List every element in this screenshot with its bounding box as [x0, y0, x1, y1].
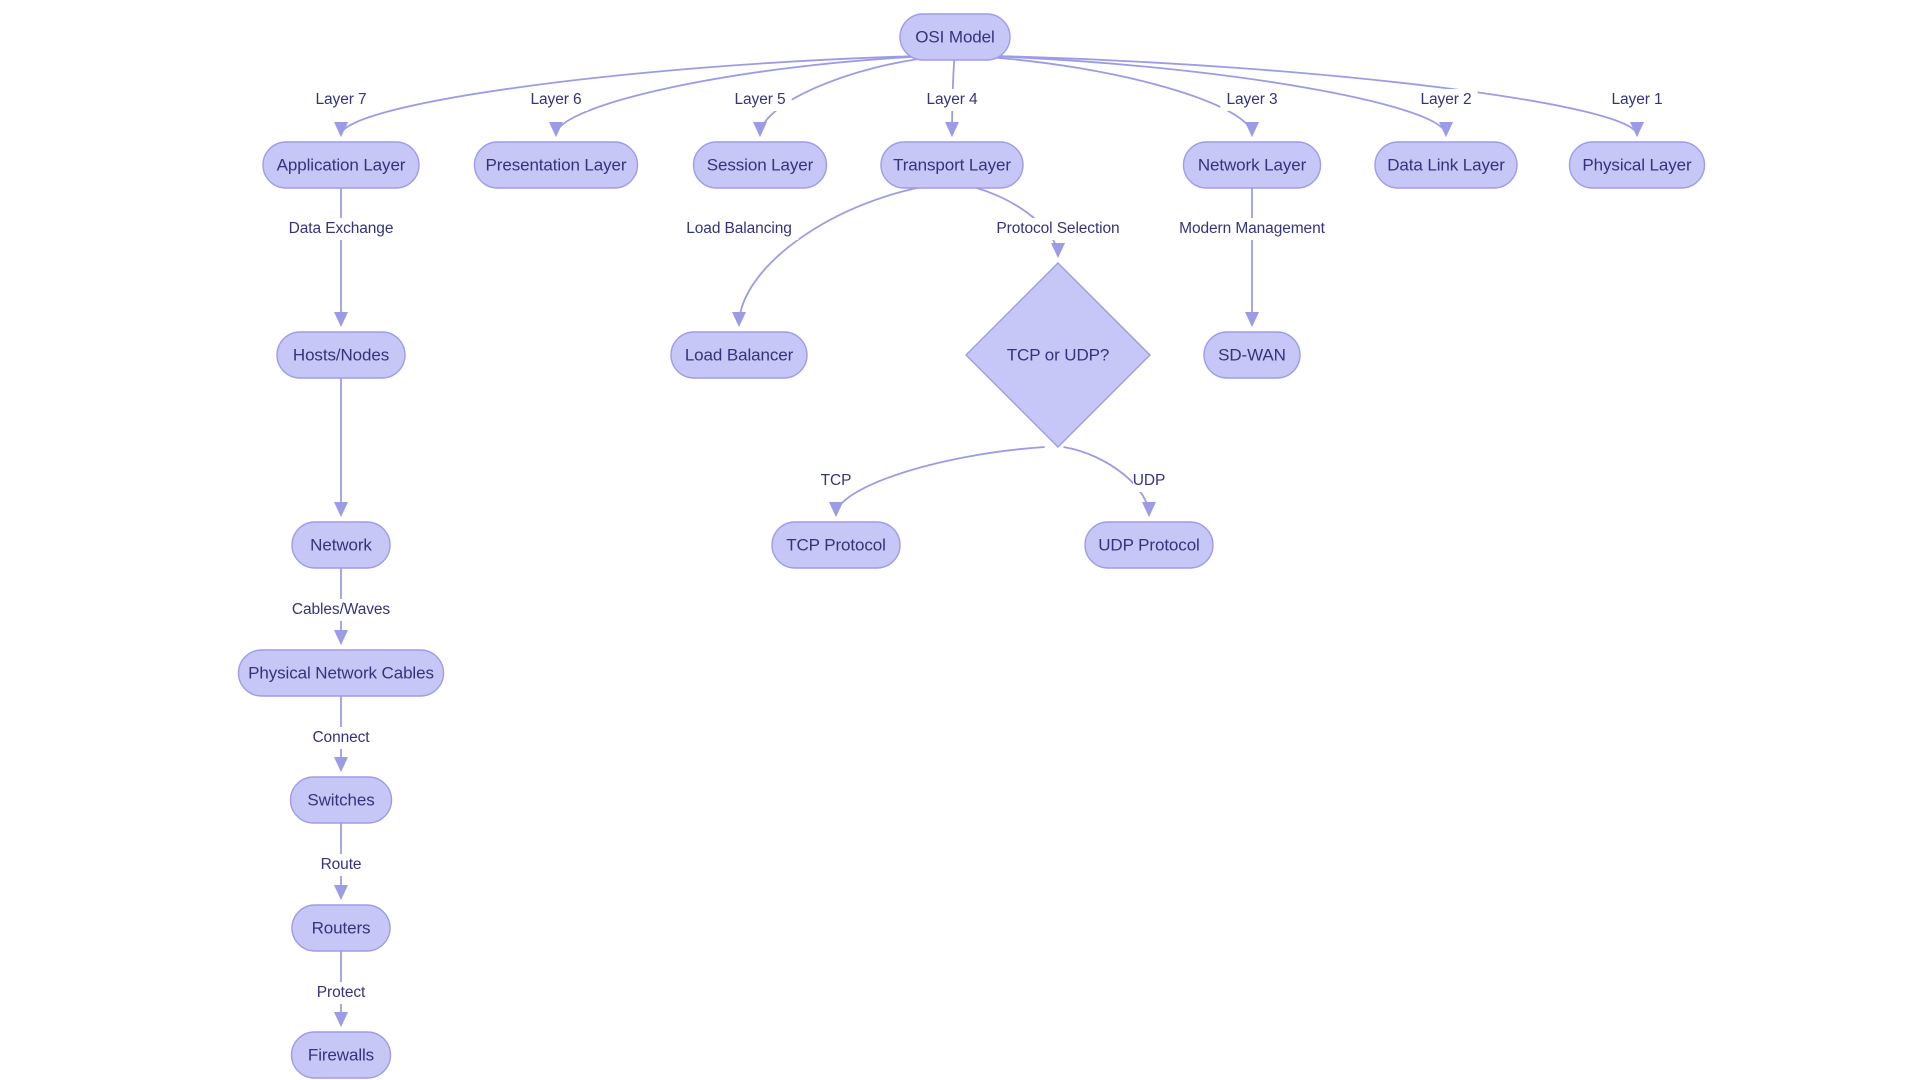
edge-path — [334, 55, 919, 138]
edge-label-layer-1: Layer 1 — [1605, 89, 1669, 111]
edge-label-backdrop — [920, 89, 984, 111]
node-tcp-protocol[interactable]: TCP Protocol — [771, 521, 901, 569]
node-shape-stadium[interactable] — [880, 141, 1024, 189]
edge-label-backdrop — [1220, 89, 1284, 111]
node-shape-stadium[interactable] — [473, 141, 639, 189]
edge-label-data-exchange: Data Exchange — [285, 218, 397, 240]
node-hosts-nodes[interactable]: Hosts/Nodes — [276, 331, 406, 379]
edge-label-backdrop — [289, 599, 393, 621]
node-firewalls[interactable]: Firewalls — [290, 1031, 392, 1079]
node-shape-stadium[interactable] — [771, 521, 901, 569]
node-physical-network-cables[interactable]: Physical Network Cables — [237, 649, 445, 697]
edge-label-layer-6: Layer 6 — [524, 89, 588, 111]
node-physical-layer[interactable]: Physical Layer — [1568, 141, 1706, 189]
node-shape-stadium[interactable] — [1374, 141, 1518, 189]
node-shape-stadium[interactable] — [692, 141, 828, 189]
edge-path — [732, 183, 940, 328]
edge-osi-model-to-physical-layer — [995, 55, 1644, 138]
edge-label-protect: Protect — [309, 982, 373, 1004]
edge-label-connect: Connect — [309, 727, 373, 749]
flowchart-canvas: Layer 7 Layer 6 Layer 5 Layer 4 Layer 3 Layer… — [0, 0, 1920, 1080]
edge-tcp-or-udp-to-tcp-protocol — [829, 446, 1045, 518]
edge-label-backdrop — [1605, 89, 1669, 111]
edges-layer — [333, 55, 1644, 1028]
node-shape-stadium[interactable] — [289, 776, 393, 824]
node-data-link-layer[interactable]: Data Link Layer — [1374, 141, 1518, 189]
node-load-balancer[interactable]: Load Balancer — [670, 331, 808, 379]
node-routers[interactable]: Routers — [291, 904, 391, 952]
edge-label-cables-waves: Cables/Waves — [289, 599, 393, 621]
node-network[interactable]: Network — [291, 521, 391, 569]
edge-transport-layer-to-load-balancer — [732, 183, 940, 328]
edge-label-backdrop — [524, 89, 588, 111]
edge-label-backdrop — [309, 89, 373, 111]
edge-label-layer-3: Layer 3 — [1220, 89, 1284, 111]
edge-label-backdrop — [679, 218, 799, 240]
edge-label-load-balancing: Load Balancing — [679, 218, 799, 240]
node-shape-stadium[interactable] — [291, 904, 391, 952]
edge-label-protocol-selection: Protocol Selection — [982, 218, 1134, 240]
node-presentation-layer[interactable]: Presentation Layer — [473, 141, 639, 189]
edge-label-backdrop — [309, 982, 373, 1004]
edge-label-layer-5: Layer 5 — [728, 89, 792, 111]
edge-path — [984, 55, 1453, 138]
node-osi-model[interactable]: OSI Model — [899, 13, 1011, 61]
node-shape-stadium[interactable] — [262, 141, 420, 189]
edge-label-layer-2: Layer 2 — [1414, 89, 1478, 111]
decision-diamond-shape[interactable] — [965, 262, 1151, 448]
edge-label-backdrop — [728, 89, 792, 111]
node-sd-wan[interactable]: SD-WAN — [1203, 331, 1301, 379]
edge-label-tcp: TCP — [820, 470, 852, 492]
node-udp-protocol[interactable]: UDP Protocol — [1084, 521, 1214, 569]
node-shape-stadium[interactable] — [1568, 141, 1706, 189]
edge-labels-layer: Layer 7 Layer 6 Layer 5 Layer 4 Layer 3 Layer… — [285, 89, 1669, 1004]
node-shape-stadium[interactable] — [276, 331, 406, 379]
edge-label-backdrop — [1133, 470, 1165, 492]
node-application-layer[interactable]: Application Layer — [262, 141, 420, 189]
node-shape-stadium[interactable] — [291, 521, 391, 569]
node-shape-stadium[interactable] — [1084, 521, 1214, 569]
node-transport-layer[interactable]: Transport Layer — [880, 141, 1024, 189]
edge-label-modern-management: Modern Management — [1179, 218, 1326, 240]
edge-path — [972, 55, 1259, 138]
node-network-layer[interactable]: Network Layer — [1182, 141, 1322, 189]
node-tcp-or-udp[interactable]: TCP or UDP? — [965, 262, 1151, 448]
edge-label-layer-7: Layer 7 — [309, 89, 373, 111]
node-session-layer[interactable]: Session Layer — [692, 141, 828, 189]
edge-label-udp: UDP — [1133, 470, 1165, 492]
nodes-layer: OSI Model Application Layer Presentation L… — [237, 13, 1706, 1079]
edge-label-backdrop — [317, 854, 365, 876]
edge-label-backdrop — [309, 727, 373, 749]
edge-label-backdrop — [285, 218, 397, 240]
edge-label-route: Route — [317, 854, 365, 876]
node-shape-stadium[interactable] — [670, 331, 808, 379]
node-shape-stadium[interactable] — [1182, 141, 1322, 189]
edge-osi-model-to-data-link-layer — [984, 55, 1453, 138]
edge-label-backdrop — [820, 470, 852, 492]
node-shape-stadium[interactable] — [237, 649, 445, 697]
edge-label-backdrop — [1180, 218, 1324, 240]
edge-label-backdrop — [982, 218, 1134, 240]
edge-osi-model-to-network-layer — [972, 55, 1259, 138]
edge-path — [829, 446, 1045, 518]
edge-label-layer-4: Layer 4 — [920, 89, 984, 111]
edge-path — [995, 55, 1644, 138]
edge-osi-model-to-application-layer — [334, 55, 919, 138]
node-switches[interactable]: Switches — [289, 776, 393, 824]
node-shape-stadium[interactable] — [899, 13, 1011, 61]
edge-label-backdrop — [1414, 89, 1478, 111]
node-shape-stadium[interactable] — [290, 1031, 392, 1079]
osi-model-flowchart: Layer 7 Layer 6 Layer 5 Layer 4 Layer 3 Layer… — [237, 13, 1706, 1079]
node-shape-stadium[interactable] — [1203, 331, 1301, 379]
